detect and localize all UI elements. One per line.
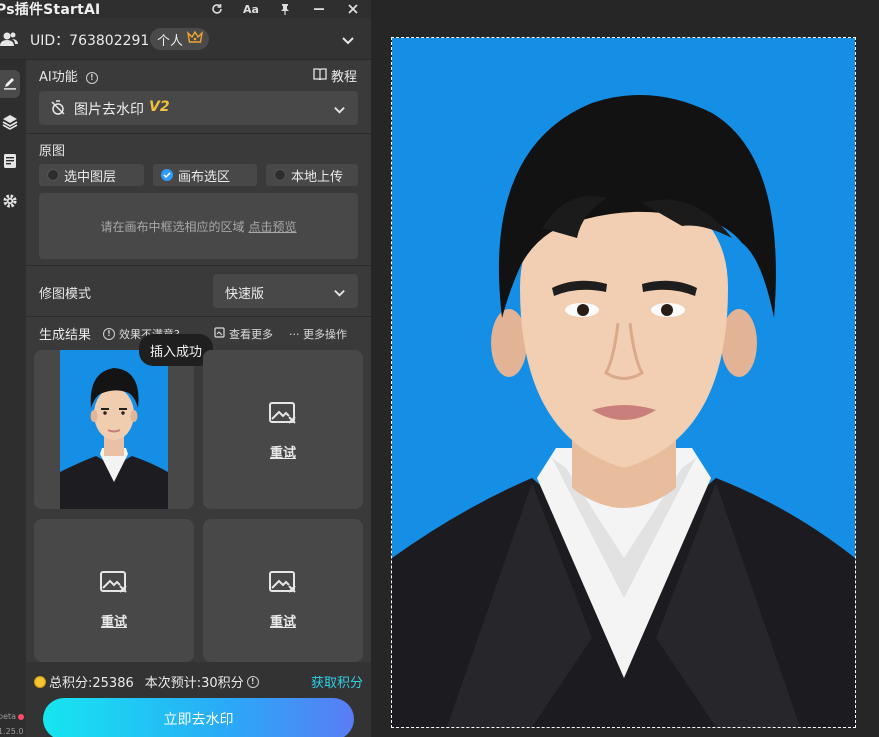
- account-type-badge[interactable]: 个人: [150, 28, 210, 50]
- plugin-panel: Ps插件StartAI Aa UID：763802291 个人 beta 1.2…: [0, 0, 371, 737]
- view-more-link[interactable]: 查看更多: [214, 326, 273, 342]
- side-nav-history[interactable]: [0, 149, 20, 177]
- beta-label: beta: [0, 712, 17, 721]
- version-tag: V2: [149, 99, 170, 115]
- no-watermark-icon: [50, 100, 66, 120]
- title-bar-controls: Aa: [209, 0, 361, 18]
- retry-label: 重试: [100, 615, 127, 630]
- source-option-label: 画布选区: [178, 169, 231, 185]
- info-icon[interactable]: !: [246, 675, 259, 688]
- result-tile-4[interactable]: 重试: [203, 519, 363, 662]
- total-points: 总积分:25386: [49, 676, 134, 691]
- ai-function-value: 图片去水印: [74, 102, 144, 118]
- tutorial-link[interactable]: 教程: [313, 66, 357, 85]
- divider: [26, 316, 371, 317]
- retry-button[interactable]: 重试: [203, 402, 363, 461]
- retry-button[interactable]: 重试: [34, 571, 194, 630]
- account-type-label: 个人: [157, 33, 184, 49]
- estimated-cost: 本次预计:30积分: [144, 676, 244, 691]
- broken-image-icon: [100, 571, 128, 597]
- source-option-canvas-selection[interactable]: 画布选区: [153, 164, 257, 186]
- photoshop-canvas[interactable]: [371, 0, 879, 737]
- crown-icon: [186, 30, 204, 48]
- version-label: 1.25.0: [0, 727, 24, 736]
- app-title: Ps插件StartAI: [0, 2, 101, 18]
- mode-select[interactable]: 快速版: [213, 274, 358, 308]
- canvas-photo-selection[interactable]: [391, 37, 856, 728]
- chevron-down-icon[interactable]: [341, 32, 355, 46]
- info-icon[interactable]: !: [85, 71, 98, 84]
- side-nav: [0, 60, 26, 737]
- source-option-label: 选中图层: [64, 169, 117, 185]
- insert-success-tooltip: 插入成功: [139, 334, 214, 366]
- pen-icon: [3, 75, 17, 94]
- get-points-link[interactable]: 获取积分: [311, 672, 363, 691]
- retry-label: 重试: [269, 446, 296, 461]
- gear-icon: [2, 193, 18, 213]
- pin-icon[interactable]: [277, 1, 293, 17]
- preview-link[interactable]: 点击预览: [249, 218, 297, 235]
- layers-icon: [2, 114, 18, 134]
- ai-function-select[interactable]: 图片去水印 V2: [39, 91, 358, 125]
- users-icon: [0, 30, 18, 48]
- chevron-down-icon: [333, 101, 346, 120]
- points-summary: 总积分:25386 本次预计:30积分 !: [34, 672, 259, 691]
- notification-dot: [18, 714, 24, 720]
- divider: [26, 265, 371, 266]
- side-nav-edit[interactable]: [0, 70, 20, 98]
- close-icon[interactable]: [345, 1, 361, 17]
- font-size-icon[interactable]: Aa: [243, 1, 259, 17]
- mode-value: 快速版: [225, 287, 265, 302]
- title-bar: Ps插件StartAI Aa: [0, 0, 371, 18]
- minimize-icon[interactable]: [311, 1, 327, 17]
- results-label: 生成结果: [39, 328, 92, 343]
- app-root: Ps插件StartAI Aa UID：763802291 个人 beta 1.2…: [0, 0, 879, 737]
- coin-icon: [34, 675, 46, 688]
- view-more-text: 查看更多: [229, 328, 273, 341]
- gallery-icon: [214, 327, 225, 341]
- more-actions-link[interactable]: ··· 更多操作: [289, 326, 347, 342]
- user-bar: UID：763802291 个人: [0, 18, 371, 60]
- radio-off-icon: [274, 169, 286, 181]
- divider: [26, 133, 371, 134]
- chevron-down-icon: [333, 284, 346, 303]
- source-label: 原图: [39, 144, 66, 159]
- uid-text: UID：763802291: [30, 33, 150, 49]
- result-thumbnail[interactable]: [60, 350, 168, 509]
- document-icon: [3, 153, 17, 173]
- retry-label: 重试: [269, 615, 296, 630]
- info-icon: !: [103, 328, 115, 340]
- source-option-label: 本地上传: [291, 169, 344, 185]
- side-nav-layers[interactable]: [0, 110, 20, 138]
- selection-hint-box: 请在画布中框选相应的区域 点击预览: [39, 193, 358, 259]
- result-tile-2[interactable]: 重试: [203, 350, 363, 509]
- tutorial-label: 教程: [330, 70, 357, 85]
- radio-checked-icon: [161, 169, 173, 181]
- side-nav-settings[interactable]: [0, 189, 20, 217]
- ai-function-label-text: AI功能: [39, 70, 78, 85]
- source-option-local-upload[interactable]: 本地上传: [266, 164, 358, 186]
- footer-bar: 总积分:25386 本次预计:30积分 ! 获取积分 立即去水印: [26, 662, 371, 737]
- book-icon: [313, 67, 327, 84]
- broken-image-icon: [269, 571, 297, 597]
- retry-button[interactable]: 重试: [203, 571, 363, 630]
- broken-image-icon: [269, 402, 297, 428]
- remove-watermark-button[interactable]: 立即去水印: [43, 698, 354, 737]
- radio-off-icon: [47, 169, 59, 181]
- source-option-selected-layer[interactable]: 选中图层: [39, 164, 144, 186]
- ai-function-label: AI功能 !: [39, 66, 98, 85]
- mode-label: 修图模式: [39, 287, 92, 302]
- main-content: AI功能 ! 教程 图片去水印 V2 原图 选中图层 画布选区 本地上传 请在画…: [26, 60, 371, 737]
- result-tile-1[interactable]: [34, 350, 194, 509]
- selection-hint-text: 请在画布中框选相应的区域: [100, 219, 245, 234]
- refresh-icon[interactable]: [209, 1, 225, 17]
- result-tile-3[interactable]: 重试: [34, 519, 194, 662]
- portrait-photo: [392, 95, 855, 727]
